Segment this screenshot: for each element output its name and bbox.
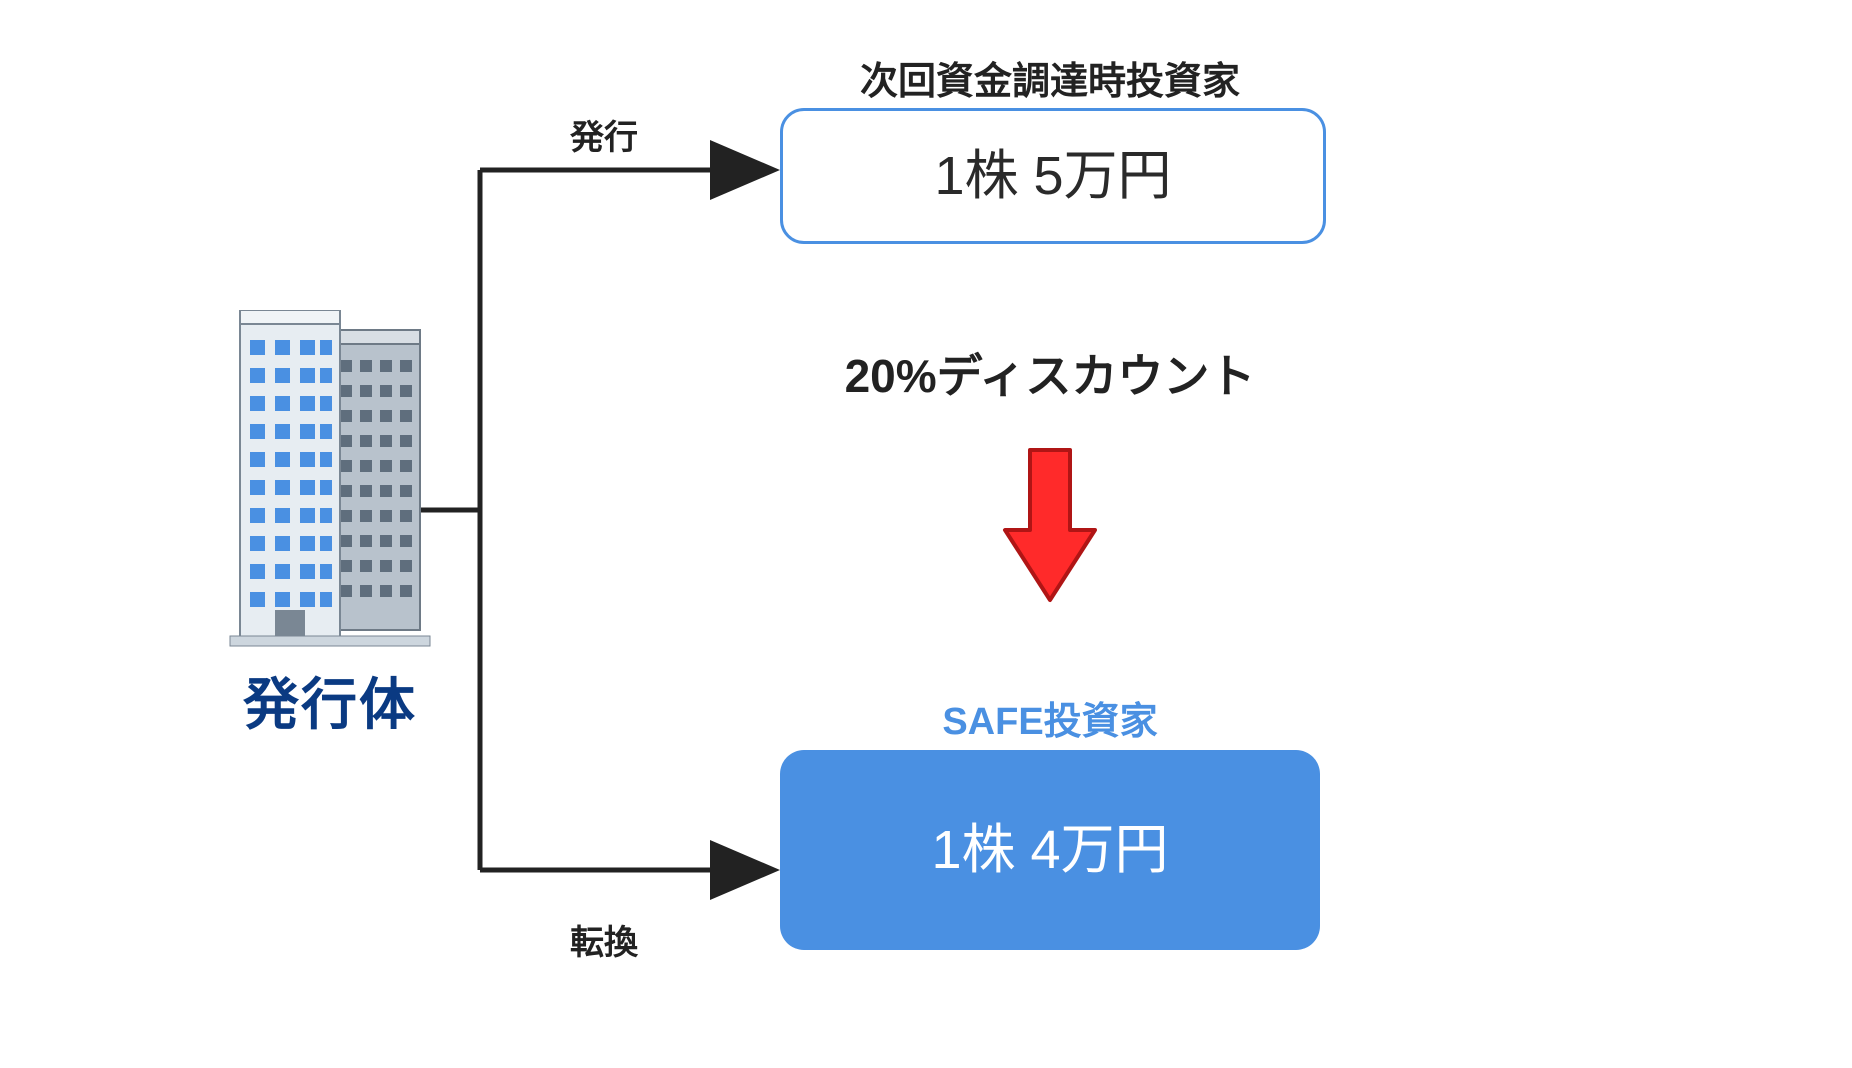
- next-round-investor-heading: 次回資金調達時投資家: [780, 50, 1320, 105]
- next-round-price-box: 1株 5万円: [780, 108, 1326, 244]
- issuer-block: 発行体: [190, 310, 470, 741]
- building-icon: [220, 310, 440, 650]
- issuer-label: 発行体: [190, 660, 470, 741]
- down-arrow-icon: [1000, 440, 1100, 610]
- safe-price-box: 1株 4万円: [780, 750, 1320, 950]
- diagram-canvas: 発行体 発行 転換 次回資金調達時投資家 1株 5万円 20%ディスカウント S…: [0, 0, 1852, 1068]
- safe-investor-heading: SAFE投資家: [780, 690, 1320, 745]
- convert-arrow-label: 転換: [570, 915, 638, 964]
- issue-arrow-label: 発行: [570, 110, 638, 159]
- discount-label: 20%ディスカウント: [780, 340, 1320, 406]
